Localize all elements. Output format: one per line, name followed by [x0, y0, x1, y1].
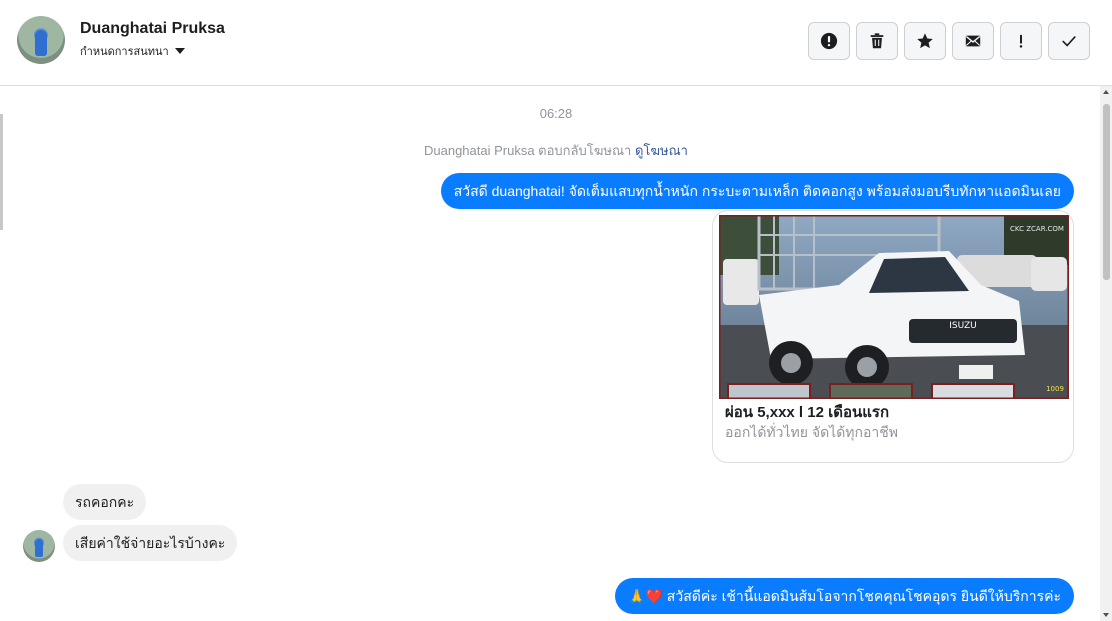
message-text: สวัสดีค่ะ เช้านี้แอดมินส้มโอจากโชคคุณโชค…: [666, 588, 1061, 604]
message-text: รถคอกคะ: [75, 494, 135, 510]
message-thread: 06:28 Duanghatai Pruksa ตอบกลับโฆษณา ดูโ…: [0, 86, 1112, 621]
message-text: เสียค่าใช้จ่ายอะไรบ้างคะ: [75, 535, 226, 551]
view-ad-link[interactable]: ดูโฆษณา: [635, 143, 688, 158]
ad-reply-text: Duanghatai Pruksa ตอบกลับโฆษณา: [424, 143, 632, 158]
outgoing-message-bubble[interactable]: สวัสดี duanghatai! จัดเต็มแสบทุกน้ำหนัก …: [440, 173, 1074, 209]
truck-brand-text: ISUZU: [949, 321, 977, 331]
scroll-thumb[interactable]: [1103, 104, 1110, 280]
done-button[interactable]: [1048, 22, 1090, 60]
ad-title: ผ่อน 5,xxx l 12 เดือนแรก: [725, 404, 890, 421]
contact-avatar[interactable]: [17, 16, 65, 64]
image-badge: 1009: [1046, 385, 1064, 393]
mark-unread-button[interactable]: [952, 22, 994, 60]
caret-down-icon: [174, 48, 185, 54]
ad-reply-notice: Duanghatai Pruksa ตอบกลับโฆษณา ดูโฆษณา: [0, 140, 1112, 161]
message-text: สวัสดี duanghatai! จัดเต็มแสบทุกน้ำหนัก …: [453, 183, 1061, 199]
trash-icon: [870, 33, 884, 49]
conversation-header: Duanghatai Pruksa กำหนดการสนทนา: [0, 0, 1112, 86]
image-watermark: CKC ZCAR.COM: [1010, 225, 1064, 233]
conversation-settings-label: กำหนดการสนทนา: [80, 46, 169, 58]
scroll-up-icon[interactable]: [1103, 90, 1109, 94]
left-panel-edge: [0, 114, 3, 230]
ad-image[interactable]: ISUZU CKC ZCAR.COM 1009: [719, 215, 1069, 399]
alert-circle-icon: [820, 32, 838, 50]
pickup-truck-image: ISUZU CKC ZCAR.COM 1009: [719, 215, 1069, 399]
conversation-toolbar: [808, 22, 1090, 60]
exclamation-icon: [1019, 34, 1023, 48]
star-button[interactable]: [904, 22, 946, 60]
check-icon: [1062, 36, 1076, 47]
contact-name[interactable]: Duanghatai Pruksa: [80, 20, 225, 38]
star-icon: [917, 33, 933, 49]
sender-avatar[interactable]: [23, 530, 55, 562]
incoming-message-bubble[interactable]: รถคอกคะ: [63, 484, 147, 520]
envelope-icon: [965, 35, 981, 47]
outgoing-message-bubble[interactable]: 🙏❤️ สวัสดีค่ะ เช้านี้แอดมินส้มโอจากโชคคุ…: [615, 578, 1074, 614]
conversation-settings-dropdown[interactable]: กำหนดการสนทนา: [80, 42, 185, 60]
scroll-down-icon[interactable]: [1103, 613, 1109, 617]
follow-up-button[interactable]: [1000, 22, 1042, 60]
incoming-message-bubble[interactable]: เสียค่าใช้จ่ายอะไรบ้างคะ: [63, 525, 238, 561]
delete-button[interactable]: [856, 22, 898, 60]
ad-card[interactable]: ISUZU CKC ZCAR.COM 1009 ผ่อน 5,xxx l 12 …: [712, 210, 1074, 463]
spam-button[interactable]: [808, 22, 850, 60]
scrollbar[interactable]: [1100, 86, 1112, 621]
emoji: 🙏❤️: [628, 588, 663, 604]
ad-description: ออกได้ทั่วไทย จัดได้ทุกอาชีพ: [725, 424, 899, 440]
message-timestamp: 06:28: [539, 106, 573, 121]
